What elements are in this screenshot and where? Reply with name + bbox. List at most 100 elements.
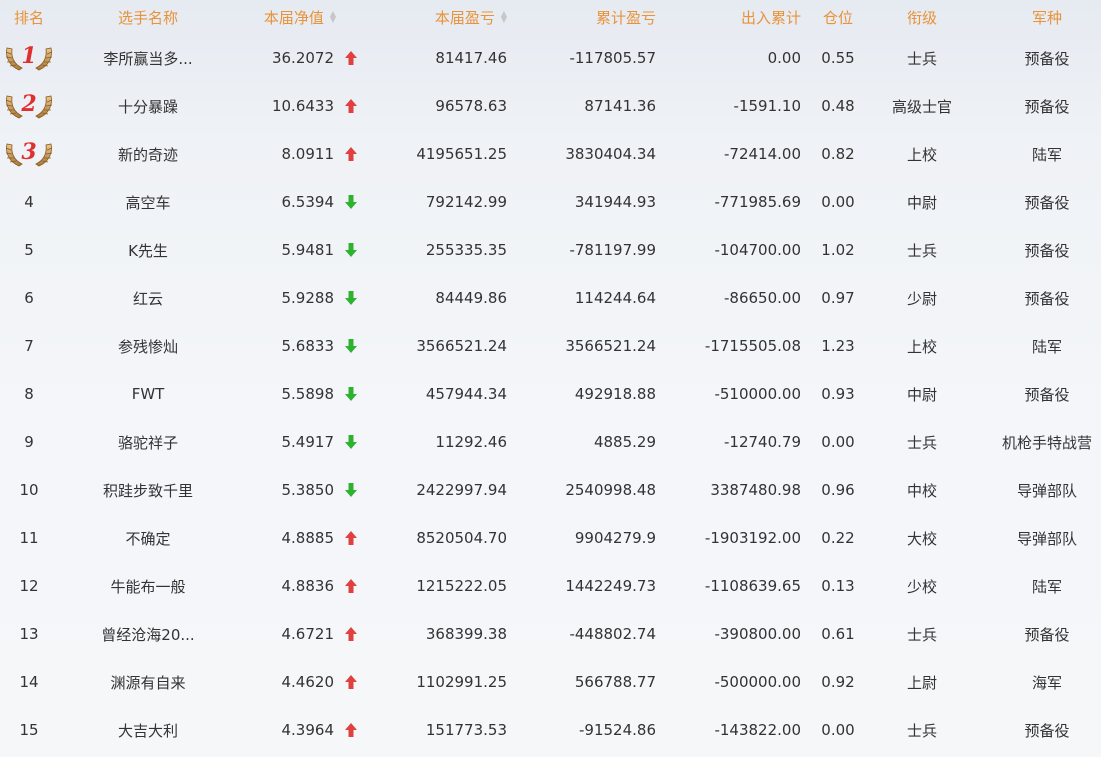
player-name[interactable]: 李所赢当多...: [60, 34, 236, 82]
table-row[interactable]: 10 积跬步致千里 5.3850 2422997.94 2540998.48 3…: [0, 466, 1101, 514]
military-rank: 高级士官: [891, 97, 952, 116]
position-ratio: 0.13: [821, 577, 855, 595]
header-pnl[interactable]: 本届盈亏 ▲ ▼: [364, 0, 507, 34]
military-rank: 士兵: [906, 721, 937, 740]
cash-flow: -143822.00: [714, 721, 801, 739]
table-row[interactable]: 4 高空车 6.5394 792142.99 341944.93 -771985…: [0, 178, 1101, 226]
session-pnl: 2422997.94: [416, 481, 507, 499]
player-name[interactable]: 骆驼祥子: [60, 418, 236, 466]
military-arm: 导弹部队: [1016, 481, 1077, 500]
header-rank[interactable]: 排名: [0, 0, 58, 34]
trend-indicator: [338, 706, 364, 754]
table-row[interactable]: 9 骆驼祥子 5.4917 11292.46 4885.29 -12740.79…: [0, 418, 1101, 466]
trend-indicator: [338, 418, 364, 466]
rank-cell: 1: [0, 34, 58, 82]
military-rank: 士兵: [906, 433, 937, 452]
net-value: 4.6721: [281, 625, 335, 643]
player-name[interactable]: 大吉大利: [60, 706, 236, 754]
net-value: 4.8885: [281, 529, 335, 547]
header-arm[interactable]: 军种: [992, 0, 1101, 34]
military-rank: 中校: [906, 481, 937, 500]
military-arm: 陆军: [1031, 145, 1062, 164]
cash-flow: -86650.00: [724, 289, 801, 307]
table-row[interactable]: 7 参残惨灿 5.6833 3566521.24 3566521.24 -171…: [0, 322, 1101, 370]
header-net-value[interactable]: 本届净值 ▲ ▼: [236, 0, 364, 34]
arrow-down-icon: [344, 434, 358, 450]
cash-flow: -1903192.00: [704, 529, 801, 547]
arrow-up-icon: [344, 50, 358, 66]
player-name[interactable]: 红云: [60, 274, 236, 322]
trend-indicator: [338, 370, 364, 418]
table-row[interactable]: 12 牛能布一般 4.8836 1215222.05 1442249.73 -1…: [0, 562, 1101, 610]
net-value: 5.6833: [281, 337, 335, 355]
player-name[interactable]: 十分暴躁: [60, 82, 236, 130]
player-name[interactable]: K先生: [60, 226, 236, 274]
table-row[interactable]: 15 大吉大利 4.3964 151773.53 -91524.86 -1438…: [0, 706, 1101, 754]
military-arm: 预备役: [1024, 97, 1070, 116]
arrow-down-icon: [344, 194, 358, 210]
trend-indicator: [338, 130, 364, 178]
rank-number: 15: [19, 721, 39, 739]
header-military-rank[interactable]: 衔级: [872, 0, 972, 34]
table-row[interactable]: 8 FWT 5.5898 457944.34 492918.88 -510000…: [0, 370, 1101, 418]
cumulative-pnl: 341944.93: [574, 193, 656, 211]
table-row[interactable]: 5 K先生 5.9481 255335.35 -781197.99 -10470…: [0, 226, 1101, 274]
sort-icon[interactable]: ▲ ▼: [330, 10, 336, 24]
rank-number: 8: [24, 385, 34, 403]
rank-number: 9: [24, 433, 34, 451]
table-row[interactable]: 3 新的奇迹 8.0911 4195651.25 3830404.34 -724…: [0, 130, 1101, 178]
player-name[interactable]: 渊源有自来: [60, 658, 236, 706]
table-row[interactable]: 11 不确定 4.8885 8520504.70 9904279.9 -1903…: [0, 514, 1101, 562]
arrow-up-icon: [344, 146, 358, 162]
table-body: 1 李所赢当多... 36.2072 81417.46 -117805.57 0…: [0, 34, 1101, 754]
cash-flow: -771985.69: [714, 193, 801, 211]
cash-flow: -1108639.65: [704, 577, 801, 595]
cumulative-pnl: 87141.36: [584, 97, 656, 115]
position-ratio: 0.22: [821, 529, 855, 547]
position-ratio: 0.97: [821, 289, 855, 307]
position-ratio: 0.61: [821, 625, 855, 643]
net-value: 36.2072: [271, 49, 334, 67]
arrow-up-icon: [344, 98, 358, 114]
table-row[interactable]: 6 红云 5.9288 84449.86 114244.64 -86650.00…: [0, 274, 1101, 322]
table-row[interactable]: 13 曾经沧海20... 4.6721 368399.38 -448802.74…: [0, 610, 1101, 658]
cash-flow: -1715505.08: [704, 337, 801, 355]
leaderboard-table: 排名 选手名称 本届净值 ▲ ▼ 本届盈亏 ▲ ▼ 累计盈亏 出入累计 仓位 衔级 …: [0, 0, 1101, 757]
header-pnl-label: 本届盈亏: [434, 8, 495, 27]
cash-flow: 0.00: [767, 49, 801, 67]
position-ratio: 0.00: [821, 193, 855, 211]
net-value: 8.0911: [281, 145, 335, 163]
cash-flow: -104700.00: [714, 241, 801, 259]
trend-indicator: [338, 610, 364, 658]
header-position[interactable]: 仓位: [806, 0, 870, 34]
cumulative-pnl: 492918.88: [574, 385, 656, 403]
player-name[interactable]: FWT: [60, 370, 236, 418]
player-name[interactable]: 高空车: [60, 178, 236, 226]
military-rank: 士兵: [906, 625, 937, 644]
player-name[interactable]: 牛能布一般: [60, 562, 236, 610]
military-arm: 海军: [1031, 673, 1062, 692]
player-name[interactable]: 积跬步致千里: [60, 466, 236, 514]
header-net-value-label: 本届净值: [263, 8, 324, 27]
military-arm: 预备役: [1024, 241, 1070, 260]
military-arm: 机枪手特战营: [1001, 433, 1092, 452]
session-pnl: 84449.86: [435, 289, 507, 307]
player-name[interactable]: 曾经沧海20...: [60, 610, 236, 658]
position-ratio: 0.00: [821, 721, 855, 739]
table-row[interactable]: 2 十分暴躁 10.6433 96578.63 87141.36 -1591.1…: [0, 82, 1101, 130]
cumulative-pnl: -117805.57: [569, 49, 656, 67]
player-name[interactable]: 参残惨灿: [60, 322, 236, 370]
cumulative-pnl: 1442249.73: [565, 577, 656, 595]
net-value: 5.3850: [281, 481, 335, 499]
position-ratio: 0.00: [821, 433, 855, 451]
header-flow[interactable]: 出入累计: [656, 0, 801, 34]
rank-number: 12: [19, 577, 39, 595]
position-ratio: 0.82: [821, 145, 855, 163]
player-name[interactable]: 不确定: [60, 514, 236, 562]
header-player-name[interactable]: 选手名称: [60, 0, 236, 34]
table-row[interactable]: 14 渊源有自来 4.4620 1102991.25 566788.77 -50…: [0, 658, 1101, 706]
table-row[interactable]: 1 李所赢当多... 36.2072 81417.46 -117805.57 0…: [0, 34, 1101, 82]
header-cumulative-pnl[interactable]: 累计盈亏: [507, 0, 656, 34]
session-pnl: 96578.63: [435, 97, 507, 115]
player-name[interactable]: 新的奇迹: [60, 130, 236, 178]
